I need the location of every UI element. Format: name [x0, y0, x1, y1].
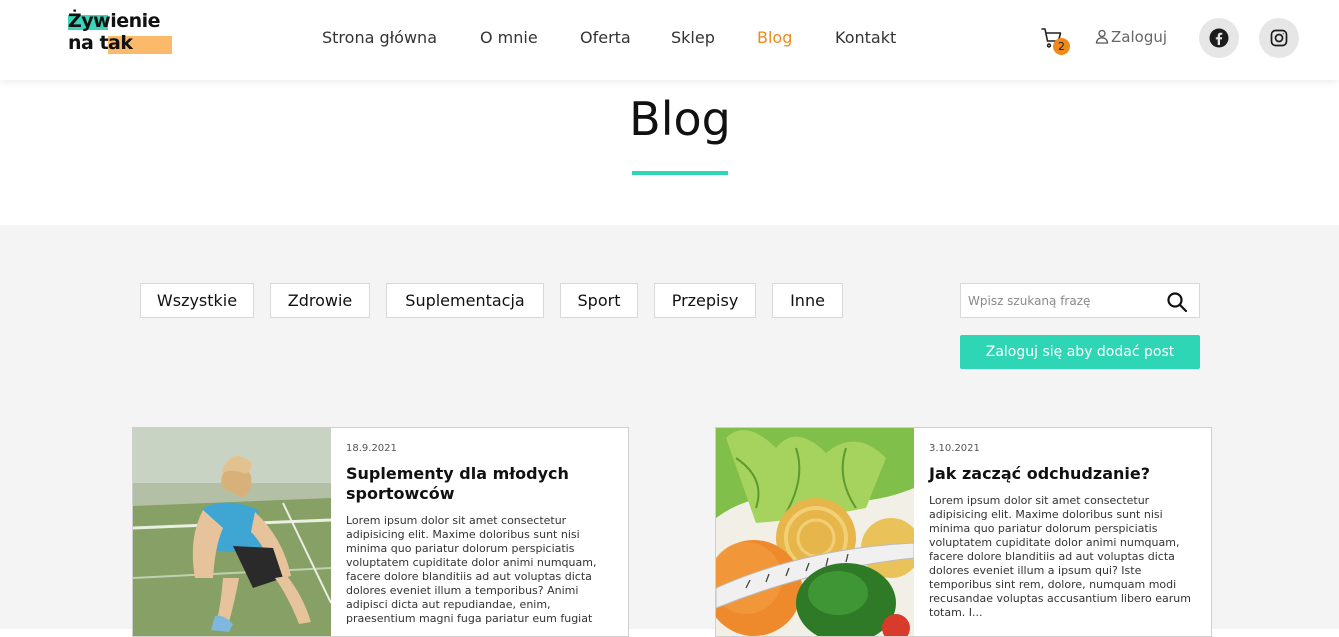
instagram-button[interactable] [1259, 18, 1299, 58]
title-underline [632, 171, 728, 175]
post-date: 18.9.2021 [346, 443, 397, 454]
post-title[interactable]: Jak zacząć odchudzanie? [929, 464, 1199, 484]
login-label: Zaloguj [1111, 28, 1168, 46]
filter-health[interactable]: Zdrowie [270, 283, 370, 318]
user-icon [1095, 29, 1109, 44]
logo-line-1: Żywienie [68, 10, 161, 32]
nav-item-blog[interactable]: Blog [757, 28, 792, 47]
search-icon[interactable] [1165, 290, 1189, 314]
add-post-button[interactable]: Zaloguj się aby dodać post [960, 335, 1200, 369]
search-box [960, 283, 1200, 318]
post-date: 3.10.2021 [929, 443, 980, 454]
page-title: Blog [629, 92, 731, 146]
nav-item-home[interactable]: Strona główna [322, 28, 437, 47]
instagram-icon [1270, 29, 1288, 47]
filter-recipes[interactable]: Przepisy [654, 283, 756, 318]
post-image[interactable] [716, 428, 914, 636]
facebook-icon [1209, 28, 1229, 48]
post-excerpt: Lorem ipsum dolor sit amet consectetur a… [346, 514, 597, 625]
site-header: Żywienie na tak Strona główna O mnie Ofe… [0, 0, 1339, 80]
login-link[interactable]: Zaloguj [1095, 28, 1167, 46]
search-input[interactable] [968, 290, 1158, 312]
filter-supplementation[interactable]: Suplementacja [386, 283, 544, 318]
nav-item-shop[interactable]: Sklep [671, 28, 715, 47]
cart-count-badge: 2 [1053, 38, 1070, 55]
post-excerpt: Lorem ipsum dolor sit amet consectetur a… [929, 494, 1191, 619]
post-image[interactable] [133, 428, 331, 636]
logo-line-2: na tak [68, 32, 133, 54]
nav-item-offer[interactable]: Oferta [580, 28, 631, 47]
filter-sport[interactable]: Sport [560, 283, 638, 318]
blog-content: Wszystkie Zdrowie Suplementacja Sport Pr… [0, 225, 1339, 637]
post-title[interactable]: Suplementy dla młodych sportowców [346, 464, 616, 504]
filter-all[interactable]: Wszystkie [140, 283, 254, 318]
facebook-button[interactable] [1199, 18, 1239, 58]
blog-post-card[interactable]: 18.9.2021 Suplementy dla młodych sportow… [132, 427, 629, 637]
filter-other[interactable]: Inne [772, 283, 843, 318]
nav-item-contact[interactable]: Kontakt [835, 28, 896, 47]
nav-item-about[interactable]: O mnie [480, 28, 538, 47]
blog-post-card[interactable]: 3.10.2021 Jak zacząć odchudzanie? Lorem … [715, 427, 1212, 637]
cart-button[interactable]: 2 [1040, 26, 1072, 56]
logo[interactable]: Żywienie na tak [68, 10, 172, 56]
